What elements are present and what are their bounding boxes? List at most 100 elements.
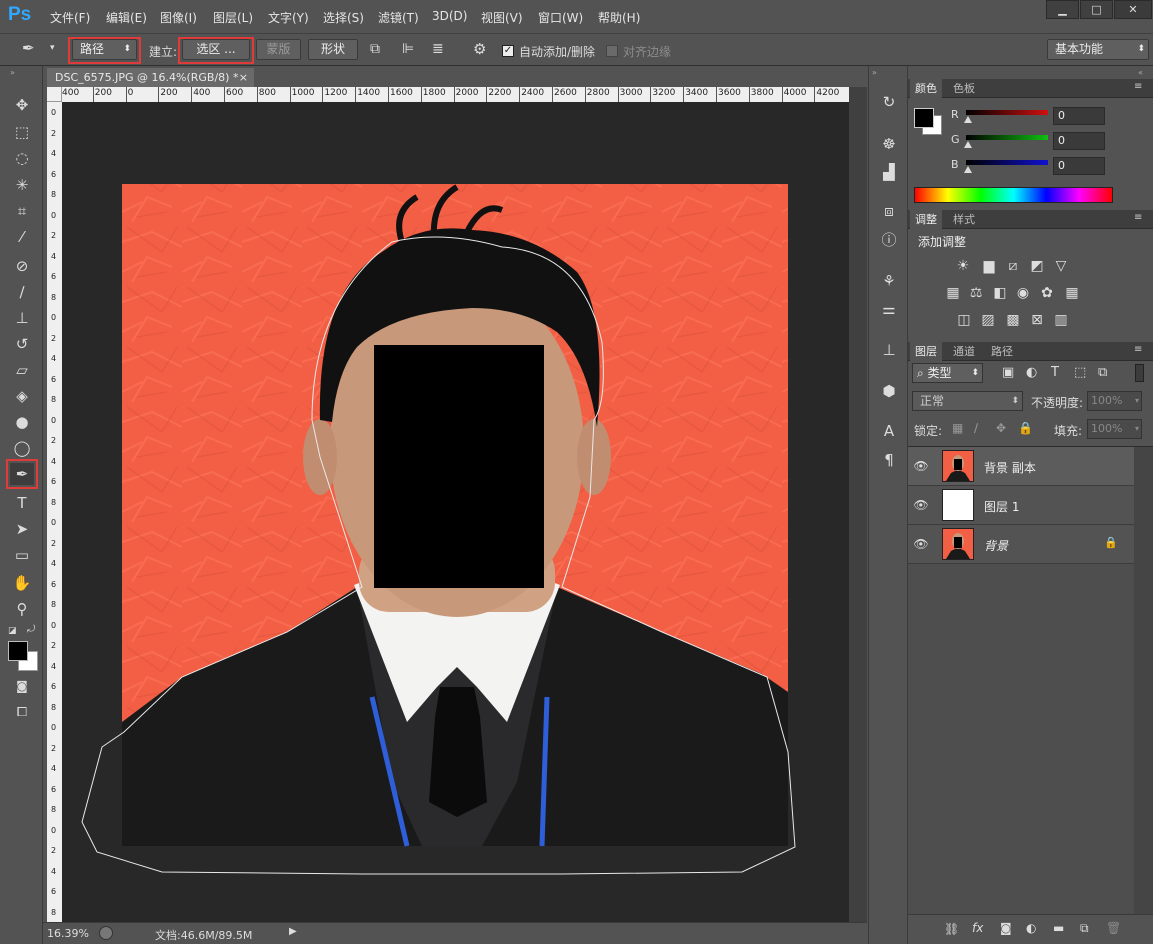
menu-item-1[interactable]: 编辑(E) [106, 9, 147, 26]
pen-tool-icon[interactable]: ✒ [10, 463, 34, 485]
tab-styles[interactable]: 样式 [948, 210, 980, 229]
channel-value-input[interactable]: 0 [1053, 157, 1105, 175]
adjustment-icon[interactable]: ◐ [1026, 921, 1036, 935]
channel-mixer-icon[interactable]: ✿ [1038, 285, 1056, 301]
gear-icon[interactable]: ⚙ [473, 40, 486, 58]
eye-icon[interactable]: 👁 [913, 498, 929, 512]
filter-type-icon[interactable]: T [1051, 365, 1059, 380]
exposure-icon[interactable]: ◩ [1028, 258, 1046, 274]
paint-bucket-tool-icon[interactable]: ◈ [10, 385, 34, 407]
selection-button[interactable]: 选区 ... [182, 39, 250, 60]
lock-position-icon[interactable]: ✥ [996, 421, 1006, 435]
lock-transparent-icon[interactable]: ▦ [952, 421, 963, 435]
lock-image-icon[interactable]: ∕ [974, 421, 978, 435]
color-lookup-icon[interactable]: ▦ [1063, 285, 1081, 301]
history-brush-tool-icon[interactable]: ↺ [10, 333, 34, 355]
document-tab[interactable]: DSC_6575.JPG @ 16.4%(RGB/8) * × [47, 68, 254, 87]
quick-mask-icon[interactable]: ◙ [10, 675, 34, 697]
color-ramp[interactable] [914, 187, 1113, 203]
eyedropper-tool-icon[interactable]: ⁄ [10, 226, 34, 248]
color-fg-swatch[interactable] [914, 108, 934, 128]
layer-row[interactable]: 👁 背景 🔒 [908, 525, 1134, 564]
foreground-color-swatch[interactable] [8, 641, 28, 661]
tab-paths[interactable]: 路径 [986, 342, 1018, 361]
pen-tool-preset-icon[interactable]: ✒ [22, 39, 46, 61]
zoom-tool-icon[interactable]: ⚲ [10, 598, 34, 620]
mask-button[interactable]: 蒙版 [256, 39, 301, 60]
layer-row[interactable]: 👁 图层 1 [908, 486, 1134, 525]
mask-icon[interactable]: ◙ [1000, 921, 1012, 935]
navigator-panel-icon[interactable]: ☸ [878, 133, 900, 155]
paragraph-panel-icon[interactable]: ¶ [878, 449, 900, 471]
blend-mode-select[interactable]: 正常 ⬍ [912, 391, 1023, 411]
menu-item-2[interactable]: 图像(I) [160, 9, 197, 26]
curves-icon[interactable]: ⧄ [1004, 258, 1022, 274]
menu-item-0[interactable]: 文件(F) [50, 9, 90, 26]
channel-slider[interactable] [966, 110, 1048, 115]
histogram-panel-icon[interactable]: ▟ [878, 161, 900, 183]
tab-swatches[interactable]: 色板 [948, 79, 980, 98]
filter-pixel-icon[interactable]: ▣ [1002, 365, 1014, 380]
channel-slider-thumb[interactable] [964, 141, 972, 148]
layer-row[interactable]: 👁 背景 副本 [908, 447, 1134, 486]
collapse-icon[interactable]: » [872, 68, 877, 77]
vertical-scrollbar[interactable] [849, 87, 867, 922]
magic-wand-tool-icon[interactable]: ✳ [10, 174, 34, 196]
brush-presets-icon[interactable]: ⧈ [878, 200, 900, 222]
threshold-icon[interactable]: ▩ [1004, 312, 1022, 328]
panel-menu-icon[interactable]: ≡ [1134, 81, 1142, 92]
eraser-tool-icon[interactable]: ▱ [10, 359, 34, 381]
menu-item-5[interactable]: 选择(S) [323, 9, 364, 26]
workspace-select[interactable]: 基本功能 ⬍ [1047, 39, 1149, 60]
rectangle-tool-icon[interactable]: ▭ [10, 544, 34, 566]
brightness-contrast-icon[interactable]: ☀ [954, 258, 972, 274]
hand-tool-icon[interactable]: ✋ [10, 572, 34, 594]
levels-icon[interactable]: ▆ [980, 258, 998, 274]
channel-value-input[interactable]: 0 [1053, 132, 1105, 150]
photo-filter-icon[interactable]: ◉ [1014, 285, 1032, 301]
gradient-map-icon[interactable]: ▥ [1052, 312, 1070, 328]
zoom-level[interactable]: 16.39% [47, 927, 89, 940]
trash-icon[interactable]: 🗑 [1106, 921, 1121, 935]
eye-icon[interactable]: 👁 [913, 459, 929, 473]
brush-tool-icon[interactable]: ∕ [10, 281, 34, 303]
swap-colors-icon[interactable]: ⤾ [27, 624, 35, 635]
path-operations-icon[interactable]: ⧉ [370, 41, 380, 57]
properties-panel-icon[interactable]: ⚌ [878, 298, 900, 320]
tab-color[interactable]: 颜色 [910, 79, 942, 98]
layer-filter-select[interactable]: ⌕ 类型 ⬍ [912, 363, 983, 383]
tab-channels[interactable]: 通道 [948, 342, 980, 361]
channel-slider[interactable] [966, 135, 1048, 140]
marquee-tool-icon[interactable]: ⬚ [10, 121, 34, 143]
clone-source-icon[interactable]: ⊥ [878, 339, 900, 361]
canvas-area[interactable] [62, 102, 849, 922]
character-panel-icon[interactable]: A [878, 420, 900, 442]
preset-dropdown-icon[interactable]: ▾ [50, 43, 55, 53]
vibrance-icon[interactable]: ▽ [1052, 258, 1070, 274]
opacity-input[interactable]: 100% ▾ [1087, 391, 1142, 411]
blur-tool-icon[interactable]: ● [10, 411, 34, 433]
shape-button[interactable]: 形状 [308, 39, 358, 60]
lock-all-icon[interactable]: 🔒 [1018, 421, 1033, 435]
history-panel-icon[interactable]: ↻ [878, 91, 900, 113]
close-document-icon[interactable]: × [239, 68, 248, 87]
folder-icon[interactable]: ▬ [1053, 921, 1064, 935]
channel-value-input[interactable]: 0 [1053, 107, 1105, 125]
path-arrangement-icon[interactable]: ≣ [432, 41, 444, 57]
clone-stamp-tool-icon[interactable]: ⊥ [10, 307, 34, 329]
dodge-tool-icon[interactable]: ◯ [10, 437, 34, 459]
menu-item-6[interactable]: 滤镜(T) [378, 9, 419, 26]
info-panel-icon[interactable]: ⓘ [878, 229, 900, 251]
minimize-button[interactable]: ▁ [1046, 0, 1079, 19]
close-button[interactable]: ✕ [1114, 0, 1152, 19]
auto-add-delete-checkbox[interactable]: ✓ [502, 45, 514, 57]
black-white-icon[interactable]: ◧ [991, 285, 1009, 301]
path-selection-tool-icon[interactable]: ➤ [10, 518, 34, 540]
status-menu-arrow-icon[interactable]: ▶ [289, 926, 297, 937]
hue-saturation-icon[interactable]: ▦ [944, 285, 962, 301]
posterize-icon[interactable]: ▨ [979, 312, 997, 328]
channel-slider-thumb[interactable] [964, 166, 972, 173]
fill-input[interactable]: 100% ▾ [1087, 419, 1142, 439]
channel-slider[interactable] [966, 160, 1048, 165]
healing-brush-tool-icon[interactable]: ⊘ [10, 255, 34, 277]
